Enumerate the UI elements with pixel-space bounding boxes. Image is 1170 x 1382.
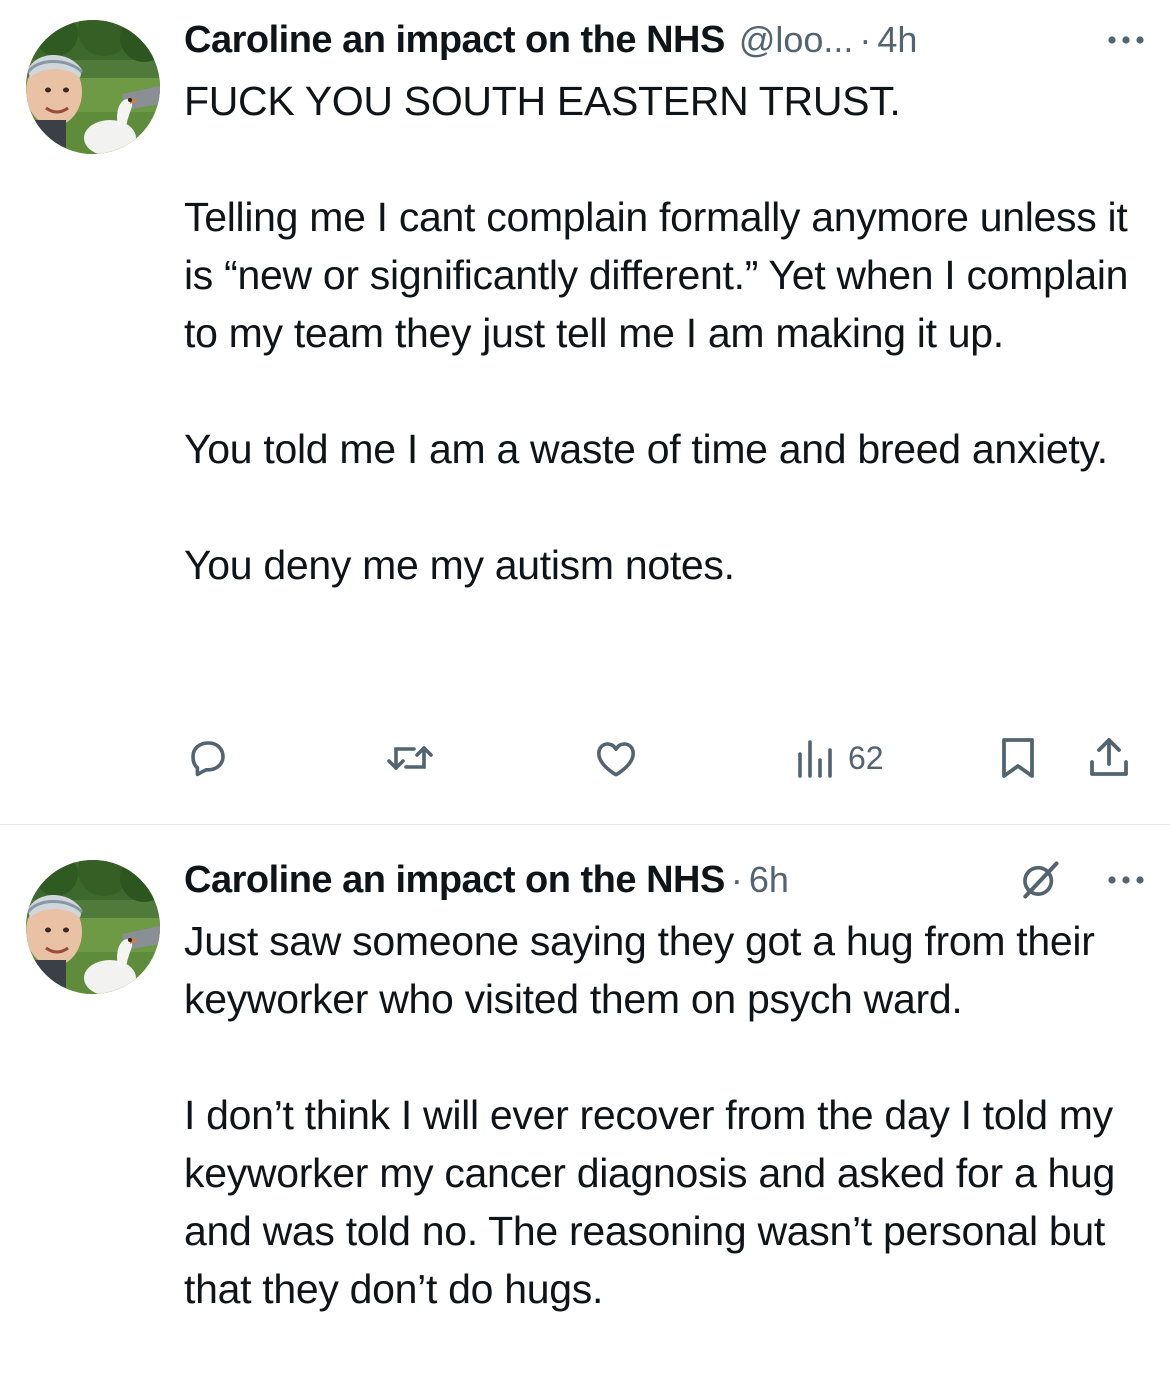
tweet-paragraph: Telling me I cant complain formally anym… — [184, 194, 1129, 356]
reply-button[interactable] — [184, 726, 232, 790]
like-icon — [597, 742, 635, 777]
retweet-button[interactable] — [384, 726, 436, 790]
display-name[interactable]: Caroline an impact on the NHS — [184, 856, 725, 904]
tweet-paragraph: You deny me my autism notes. — [184, 542, 735, 588]
share-button[interactable] — [1086, 726, 1132, 790]
more-options-icon[interactable] — [1102, 856, 1150, 904]
views-icon — [798, 740, 832, 778]
tweet-paragraph: You told me I am a waste of time and bre… — [184, 426, 1108, 472]
views-count: 62 — [848, 739, 884, 776]
separator-dot: · — [859, 19, 872, 60]
separator-dot: · — [730, 859, 743, 900]
tweet-header: Caroline an impact on the NHS @loo... · … — [184, 16, 1150, 64]
tweet-header: Caroline an impact on the NHS · 6h — [184, 856, 1150, 904]
like-button[interactable] — [592, 726, 640, 790]
retweet-icon — [387, 746, 433, 770]
display-name[interactable]: Caroline an impact on the NHS — [184, 16, 725, 64]
avatar[interactable] — [26, 20, 160, 154]
tweet-text: FUCK YOU SOUTH EASTERN TRUST. Telling me… — [184, 72, 1150, 594]
tweet-action-bar: 62 — [184, 726, 1140, 790]
more-options-icon[interactable] — [1102, 16, 1150, 64]
bookmark-button[interactable] — [996, 726, 1040, 790]
avatar[interactable] — [26, 860, 160, 994]
tweet-paragraph: Just saw someone saying they got a hug f… — [184, 918, 1095, 1022]
user-handle[interactable]: @loo... — [739, 16, 854, 64]
reply-icon — [191, 741, 225, 777]
tweet-text: Just saw someone saying they got a hug f… — [184, 912, 1150, 1318]
views-button[interactable]: 62 — [796, 726, 884, 790]
tweet[interactable]: Caroline an impact on the NHS @loo... · … — [0, 0, 1170, 825]
timestamp[interactable]: 4h — [877, 16, 917, 64]
tweet-paragraph: I don’t think I will ever recover from t… — [184, 1092, 1116, 1312]
grok-icon[interactable] — [1016, 856, 1064, 904]
tweet-paragraph: FUCK YOU SOUTH EASTERN TRUST. — [184, 78, 901, 124]
share-icon — [1090, 738, 1128, 776]
bookmark-icon — [1002, 738, 1034, 778]
timestamp[interactable]: 6h — [749, 856, 789, 904]
